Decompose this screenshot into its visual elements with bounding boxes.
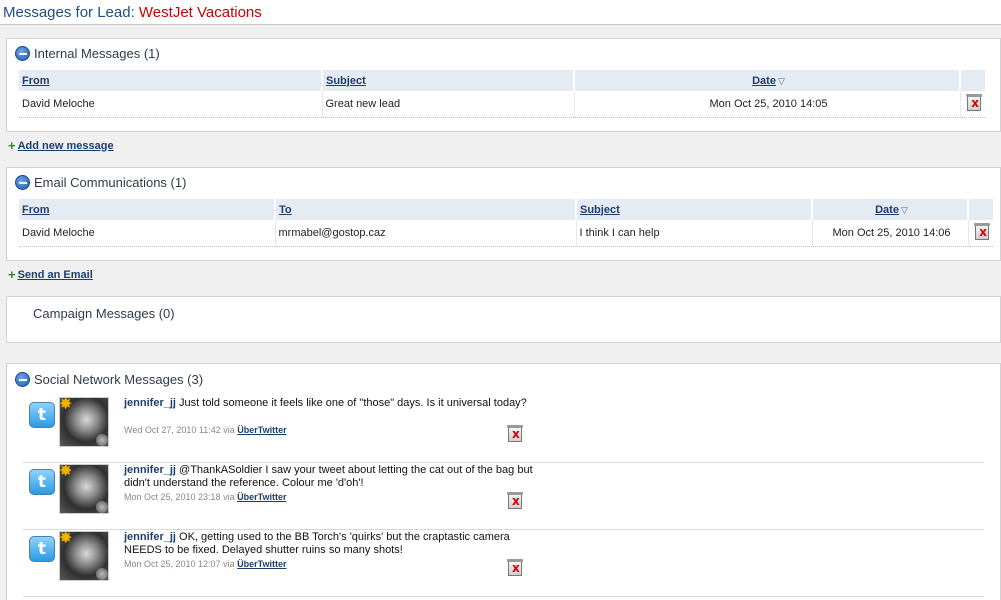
add-new-message-row[interactable]: + Add new message bbox=[8, 138, 114, 153]
message-text: jennifer_jj Just told someone it feels l… bbox=[124, 397, 534, 410]
star-icon: ✸ bbox=[59, 394, 73, 413]
column-subject[interactable]: Subject bbox=[576, 199, 813, 220]
via-label: via bbox=[223, 492, 235, 502]
social-network-messages-header[interactable]: Social Network Messages (3) bbox=[15, 372, 203, 387]
list-item: t ✸ jennifer_jj @ThankASoldier I saw you… bbox=[23, 461, 984, 530]
via-label: via bbox=[223, 559, 235, 569]
send-email-row[interactable]: + Send an Email bbox=[8, 267, 93, 282]
table-header-row: From Subject Date ▽ bbox=[19, 70, 985, 91]
cell-date: Mon Oct 25, 2010 14:06 bbox=[812, 220, 969, 247]
cell-from: David Meloche bbox=[19, 220, 276, 247]
author-name[interactable]: jennifer_jj bbox=[124, 397, 176, 409]
via-label: via bbox=[223, 425, 235, 435]
list-item: t ✸ jennifer_jj Just told someone it fee… bbox=[23, 394, 984, 463]
column-date[interactable]: Date ▽ bbox=[812, 199, 969, 220]
plus-icon: + bbox=[8, 138, 16, 153]
delete-icon[interactable] bbox=[507, 492, 523, 509]
delete-icon[interactable] bbox=[966, 94, 983, 112]
timestamp: Wed Oct 27, 2010 11:42 bbox=[124, 425, 221, 435]
sort-date-link[interactable]: Date bbox=[875, 204, 899, 216]
cell-subject[interactable]: Great new lead bbox=[322, 91, 575, 118]
author-name[interactable]: jennifer_jj bbox=[124, 464, 176, 476]
cell-actions bbox=[960, 91, 985, 118]
tweet-body: OK, getting used to the BB Torch's 'quir… bbox=[124, 531, 510, 556]
campaign-messages-panel: Campaign Messages (0) bbox=[6, 296, 1001, 343]
delete-icon[interactable] bbox=[974, 223, 991, 241]
cell-from: David Meloche bbox=[19, 91, 323, 118]
cell-subject[interactable]: I think I can help bbox=[576, 220, 813, 247]
timestamp: Mon Oct 25, 2010 23:18 bbox=[124, 492, 221, 502]
collapse-icon[interactable] bbox=[15, 175, 30, 190]
internal-messages-header[interactable]: Internal Messages (1) bbox=[15, 46, 160, 61]
email-communications-table: From To Subject Date ▽ David Meloche mrma… bbox=[19, 199, 993, 247]
cell-date: Mon Oct 25, 2010 14:05 bbox=[574, 91, 961, 118]
timestamp: Mon Oct 25, 2010 12:07 bbox=[124, 559, 221, 569]
client-link[interactable]: ÜberTwitter bbox=[237, 559, 286, 569]
column-from[interactable]: From bbox=[19, 70, 323, 91]
internal-messages-table: From Subject Date ▽ David Meloche Great n… bbox=[19, 70, 985, 118]
twitter-icon: t bbox=[29, 536, 55, 562]
email-communications-header[interactable]: Email Communications (1) bbox=[15, 175, 186, 190]
message-text: jennifer_jj @ThankASoldier I saw your tw… bbox=[124, 464, 534, 490]
internal-messages-panel: Internal Messages (1) From Subject Date ▽… bbox=[6, 38, 1001, 132]
author-name[interactable]: jennifer_jj bbox=[124, 531, 176, 543]
sort-desc-icon: ▽ bbox=[900, 204, 908, 215]
column-to[interactable]: To bbox=[275, 199, 577, 220]
message-meta: Mon Oct 25, 2010 12:07 via ÜberTwitter bbox=[124, 559, 286, 569]
table-row[interactable]: David Meloche Great new lead Mon Oct 25,… bbox=[19, 91, 985, 118]
email-communications-title: Email Communications (1) bbox=[34, 175, 187, 190]
column-from[interactable]: From bbox=[19, 199, 276, 220]
campaign-messages-title: Campaign Messages (0) bbox=[33, 306, 175, 321]
column-actions bbox=[960, 70, 985, 91]
column-subject[interactable]: Subject bbox=[322, 70, 575, 91]
tweet-body: Just told someone it feels like one of "… bbox=[179, 397, 527, 409]
delete-icon[interactable] bbox=[507, 425, 523, 442]
star-icon: ✸ bbox=[59, 528, 73, 547]
star-icon: ✸ bbox=[59, 461, 73, 480]
message-text: jennifer_jj OK, getting used to the BB T… bbox=[124, 531, 534, 557]
send-email-link[interactable]: Send an Email bbox=[18, 269, 93, 281]
social-network-messages-panel: Social Network Messages (3) t ✸ jennifer… bbox=[6, 363, 1001, 600]
column-date[interactable]: Date ▽ bbox=[574, 70, 961, 91]
tweet-body: @ThankASoldier I saw your tweet about le… bbox=[124, 464, 533, 489]
client-link[interactable]: ÜberTwitter bbox=[237, 492, 286, 502]
collapse-icon[interactable] bbox=[15, 46, 30, 61]
message-meta: Wed Oct 27, 2010 11:42 via ÜberTwitter bbox=[124, 425, 287, 435]
client-link[interactable]: ÜberTwitter bbox=[237, 425, 286, 435]
twitter-icon: t bbox=[29, 402, 55, 428]
sort-to-link[interactable]: To bbox=[279, 204, 292, 216]
campaign-messages-header: Campaign Messages (0) bbox=[33, 306, 175, 321]
delete-icon[interactable] bbox=[507, 559, 523, 576]
sort-from-link[interactable]: From bbox=[22, 204, 50, 216]
cell-to: mrmabel@gostop.caz bbox=[275, 220, 577, 247]
page-header: Messages for Lead: WestJet Vacations bbox=[0, 0, 1001, 25]
table-row[interactable]: David Meloche mrmabel@gostop.caz I think… bbox=[19, 220, 993, 247]
lead-name: WestJet Vacations bbox=[138, 4, 262, 21]
sort-from-link[interactable]: From bbox=[22, 75, 50, 87]
sort-date-link[interactable]: Date bbox=[752, 75, 776, 87]
plus-icon: + bbox=[8, 267, 16, 282]
list-item: t ✸ jennifer_jj OK, getting used to the … bbox=[23, 528, 984, 597]
table-header-row: From To Subject Date ▽ bbox=[19, 199, 993, 220]
message-meta: Mon Oct 25, 2010 23:18 via ÜberTwitter bbox=[124, 492, 286, 502]
column-actions bbox=[968, 199, 993, 220]
page-title-label: Messages for Lead: bbox=[3, 4, 135, 21]
email-communications-panel: Email Communications (1) From To Subject… bbox=[6, 167, 1001, 261]
sort-subject-link[interactable]: Subject bbox=[580, 204, 620, 216]
sort-subject-link[interactable]: Subject bbox=[326, 75, 366, 87]
cell-actions bbox=[968, 220, 993, 247]
twitter-icon: t bbox=[29, 469, 55, 495]
social-network-messages-title: Social Network Messages (3) bbox=[34, 372, 204, 387]
internal-messages-title: Internal Messages (1) bbox=[34, 46, 160, 61]
add-new-message-link[interactable]: Add new message bbox=[18, 140, 114, 152]
sort-desc-icon: ▽ bbox=[777, 75, 785, 86]
collapse-icon[interactable] bbox=[15, 372, 30, 387]
